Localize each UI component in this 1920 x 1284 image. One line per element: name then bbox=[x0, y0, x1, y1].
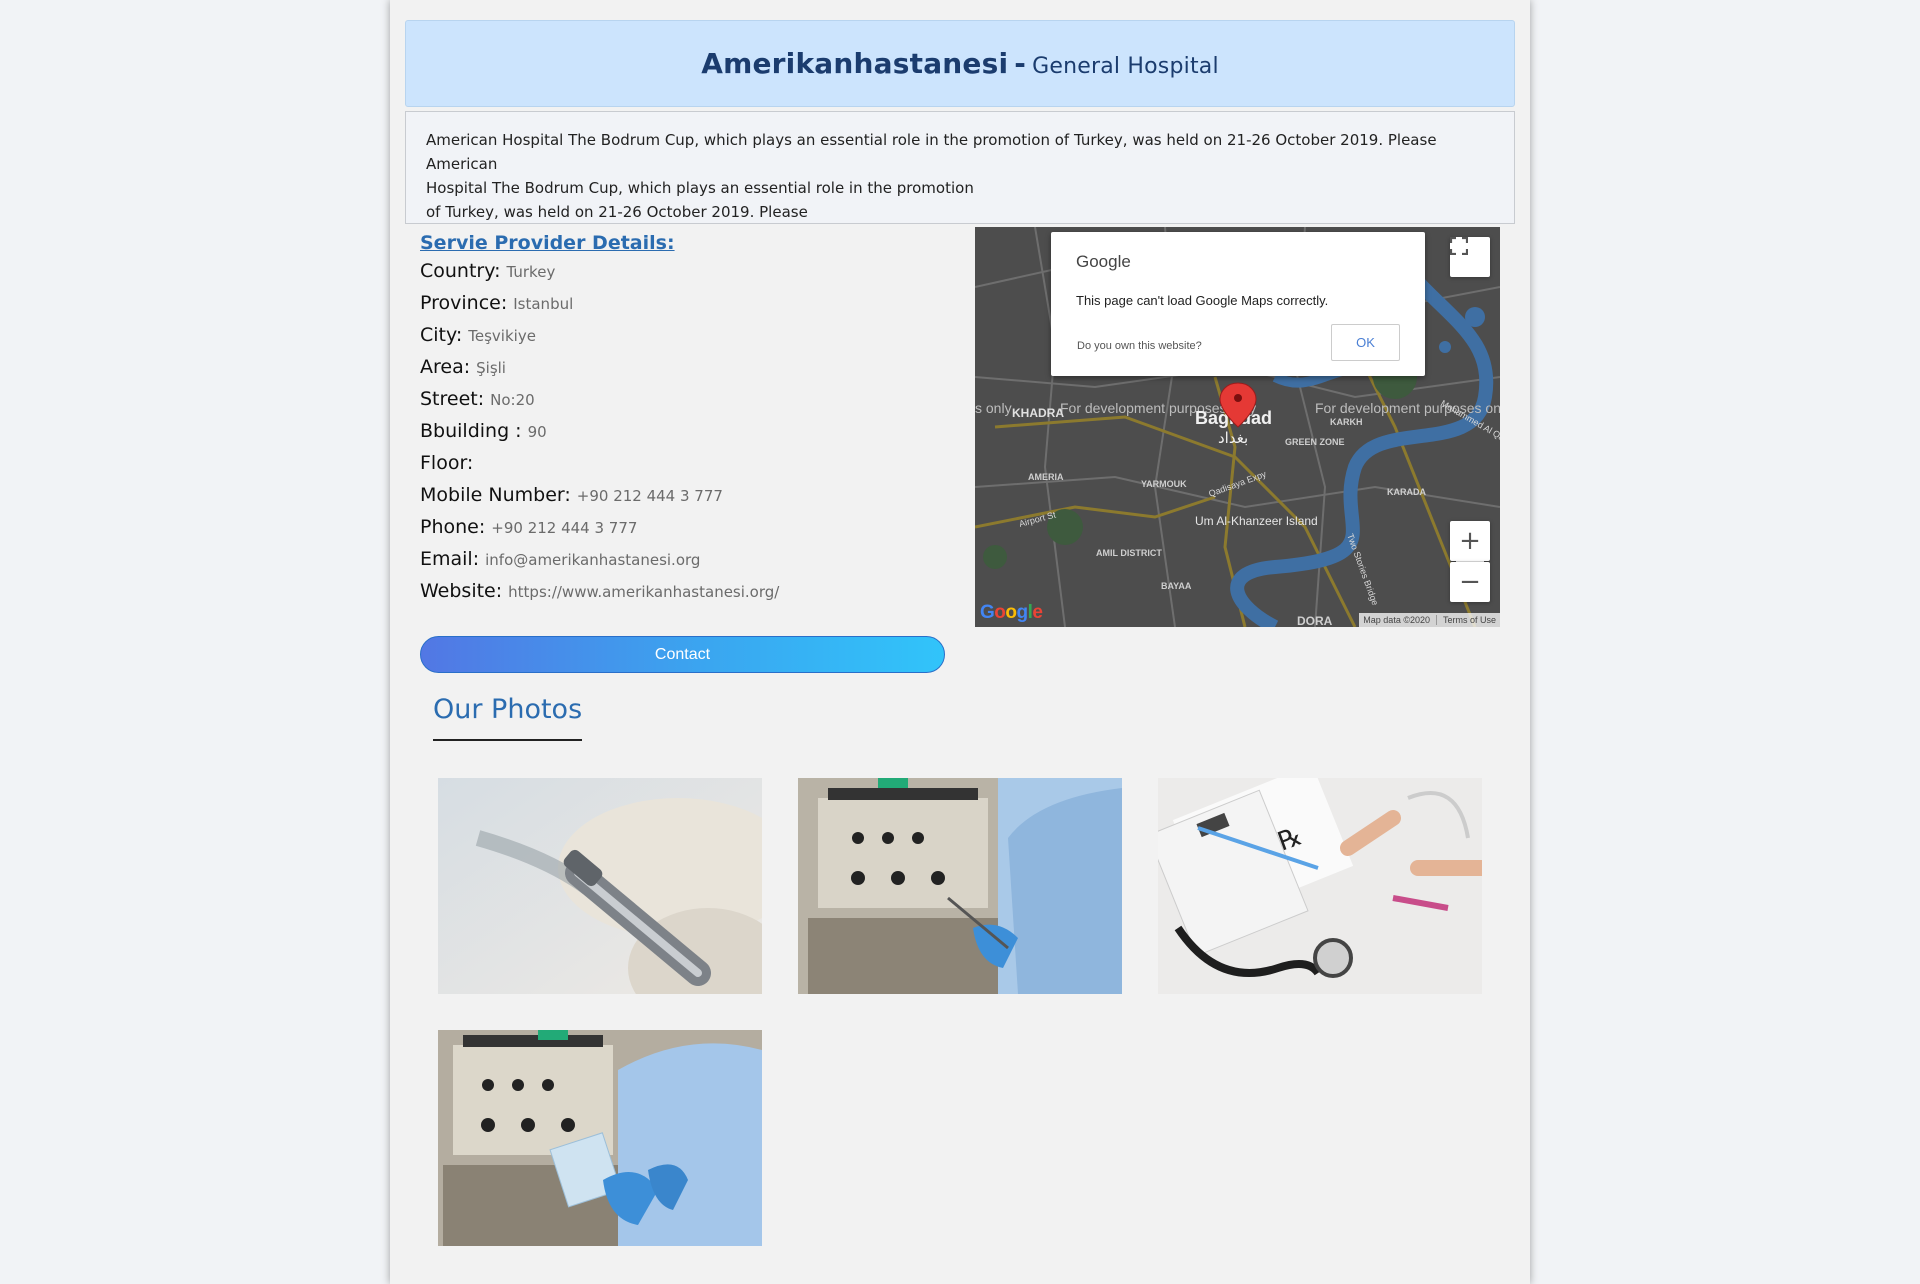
photo-prescription-stethoscope[interactable]: ℞ bbox=[1158, 778, 1482, 994]
title-separator: - bbox=[1014, 47, 1027, 80]
detail-label: Floor: bbox=[420, 452, 474, 474]
google-logo[interactable]: Google bbox=[980, 602, 1043, 624]
own-website-link[interactable]: Do you own this website? bbox=[1077, 340, 1202, 352]
detail-label: City: bbox=[420, 324, 463, 346]
map-data-text: Map data ©2020 bbox=[1363, 615, 1430, 625]
watermark-1: s only bbox=[975, 400, 1012, 416]
detail-row: Mobile Number: +90 212 444 3 777 bbox=[420, 484, 950, 516]
page-header: Amerikanhastanesi - General Hospital bbox=[405, 20, 1515, 107]
page-title: Amerikanhastanesi - General Hospital bbox=[701, 47, 1219, 80]
photo-surgeon-package[interactable] bbox=[438, 1030, 762, 1246]
photo-dental-handpiece[interactable] bbox=[438, 778, 762, 994]
place-green-zone: GREEN ZONE bbox=[1285, 437, 1345, 447]
description-box: American Hospital The Bodrum Cup, which … bbox=[405, 111, 1515, 224]
provider-details: Servie Provider Details: Country: Turkey P… bbox=[420, 232, 950, 612]
detail-label: Country: bbox=[420, 260, 501, 282]
detail-value[interactable]: https://www.amerikanhastanesi.org/ bbox=[508, 583, 779, 601]
hospital-name: Amerikanhastanesi bbox=[701, 47, 1009, 80]
detail-label: Area: bbox=[420, 356, 471, 378]
map-error-message: This page can't load Google Maps correct… bbox=[1076, 293, 1329, 308]
detail-row: Bbuilding : 90 bbox=[420, 420, 950, 452]
map-widget[interactable]: s only For development purposes only For… bbox=[975, 227, 1500, 627]
detail-value: +90 212 444 3 777 bbox=[491, 519, 638, 537]
map-error-dialog: Google This page can't load Google Maps … bbox=[1051, 232, 1425, 376]
detail-row: City: Teşvikiye bbox=[420, 324, 950, 356]
minus-icon: − bbox=[1459, 567, 1481, 597]
fullscreen-button[interactable] bbox=[1450, 237, 1490, 277]
contact-button[interactable]: Contact bbox=[420, 636, 945, 673]
detail-row: Floor: bbox=[420, 452, 950, 484]
place-island: Um Al-Khanzeer Island bbox=[1195, 514, 1318, 528]
detail-row: Country: Turkey bbox=[420, 260, 950, 292]
description-text: American Hospital The Bodrum Cup, which … bbox=[426, 131, 1437, 221]
terms-link[interactable]: Terms of Use bbox=[1435, 615, 1496, 625]
detail-value: Teşvikiye bbox=[468, 327, 536, 345]
photos-heading: Our Photos bbox=[433, 694, 583, 741]
detail-row: Province: Istanbul bbox=[420, 292, 950, 324]
zoom-in-button[interactable]: + bbox=[1450, 521, 1490, 561]
surgeon-package-image bbox=[438, 1030, 762, 1246]
place-karada: KARADA bbox=[1387, 487, 1426, 497]
details-list: Country: Turkey Province: Istanbul City: Teşv… bbox=[420, 260, 950, 612]
detail-label: Mobile Number: bbox=[420, 484, 571, 506]
detail-row: Website: https://www.amerikanhastanesi.or… bbox=[420, 580, 950, 612]
photo-surgeon-instruments[interactable] bbox=[798, 778, 1122, 994]
detail-value: Istanbul bbox=[513, 295, 574, 313]
detail-value: 90 bbox=[527, 423, 547, 441]
detail-label: Website: bbox=[420, 580, 503, 602]
place-dora: DORA bbox=[1297, 614, 1333, 627]
google-brand: Google bbox=[1076, 252, 1131, 271]
map-footer: Map data ©2020 Terms of Use bbox=[1359, 613, 1500, 627]
place-ameria: AMERIA bbox=[1028, 472, 1064, 482]
place-amil: AMIL DISTRICT bbox=[1096, 548, 1162, 558]
ok-button[interactable]: OK bbox=[1331, 324, 1400, 361]
place-bayaa: BAYAA bbox=[1161, 581, 1192, 591]
detail-value: Şişli bbox=[476, 359, 506, 377]
surgeon-instruments-image bbox=[798, 778, 1122, 994]
detail-label: Bbuilding : bbox=[420, 420, 522, 442]
place-karkh: KARKH bbox=[1330, 417, 1363, 427]
zoom-out-button[interactable]: − bbox=[1450, 562, 1490, 602]
plus-icon: + bbox=[1459, 526, 1481, 556]
detail-label: Street: bbox=[420, 388, 485, 410]
detail-row: Area: Şişli bbox=[420, 356, 950, 388]
prescription-stethoscope-image: ℞ bbox=[1158, 778, 1482, 994]
details-heading: Servie Provider Details: bbox=[420, 232, 675, 254]
dental-handpiece-image bbox=[438, 778, 762, 994]
detail-label: Province: bbox=[420, 292, 508, 314]
detail-value: Turkey bbox=[506, 263, 556, 281]
detail-value[interactable]: info@amerikanhastanesi.org bbox=[485, 551, 700, 569]
hospital-category: General Hospital bbox=[1032, 54, 1219, 79]
detail-row: Phone: +90 212 444 3 777 bbox=[420, 516, 950, 548]
fullscreen-icon bbox=[1450, 237, 1468, 255]
place-yarmouk: YARMOUK bbox=[1141, 479, 1187, 489]
detail-label: Email: bbox=[420, 548, 480, 570]
city-label-ar: بغداد bbox=[1218, 429, 1248, 447]
place-khadra: KHADRA bbox=[1012, 406, 1064, 420]
detail-value: No:20 bbox=[490, 391, 535, 409]
detail-row: Email: info@amerikanhastanesi.org bbox=[420, 548, 950, 580]
detail-value: +90 212 444 3 777 bbox=[576, 487, 723, 505]
page-container: Amerikanhastanesi - General Hospital Ameri… bbox=[390, 0, 1530, 1284]
detail-label: Phone: bbox=[420, 516, 486, 538]
detail-row: Street: No:20 bbox=[420, 388, 950, 420]
